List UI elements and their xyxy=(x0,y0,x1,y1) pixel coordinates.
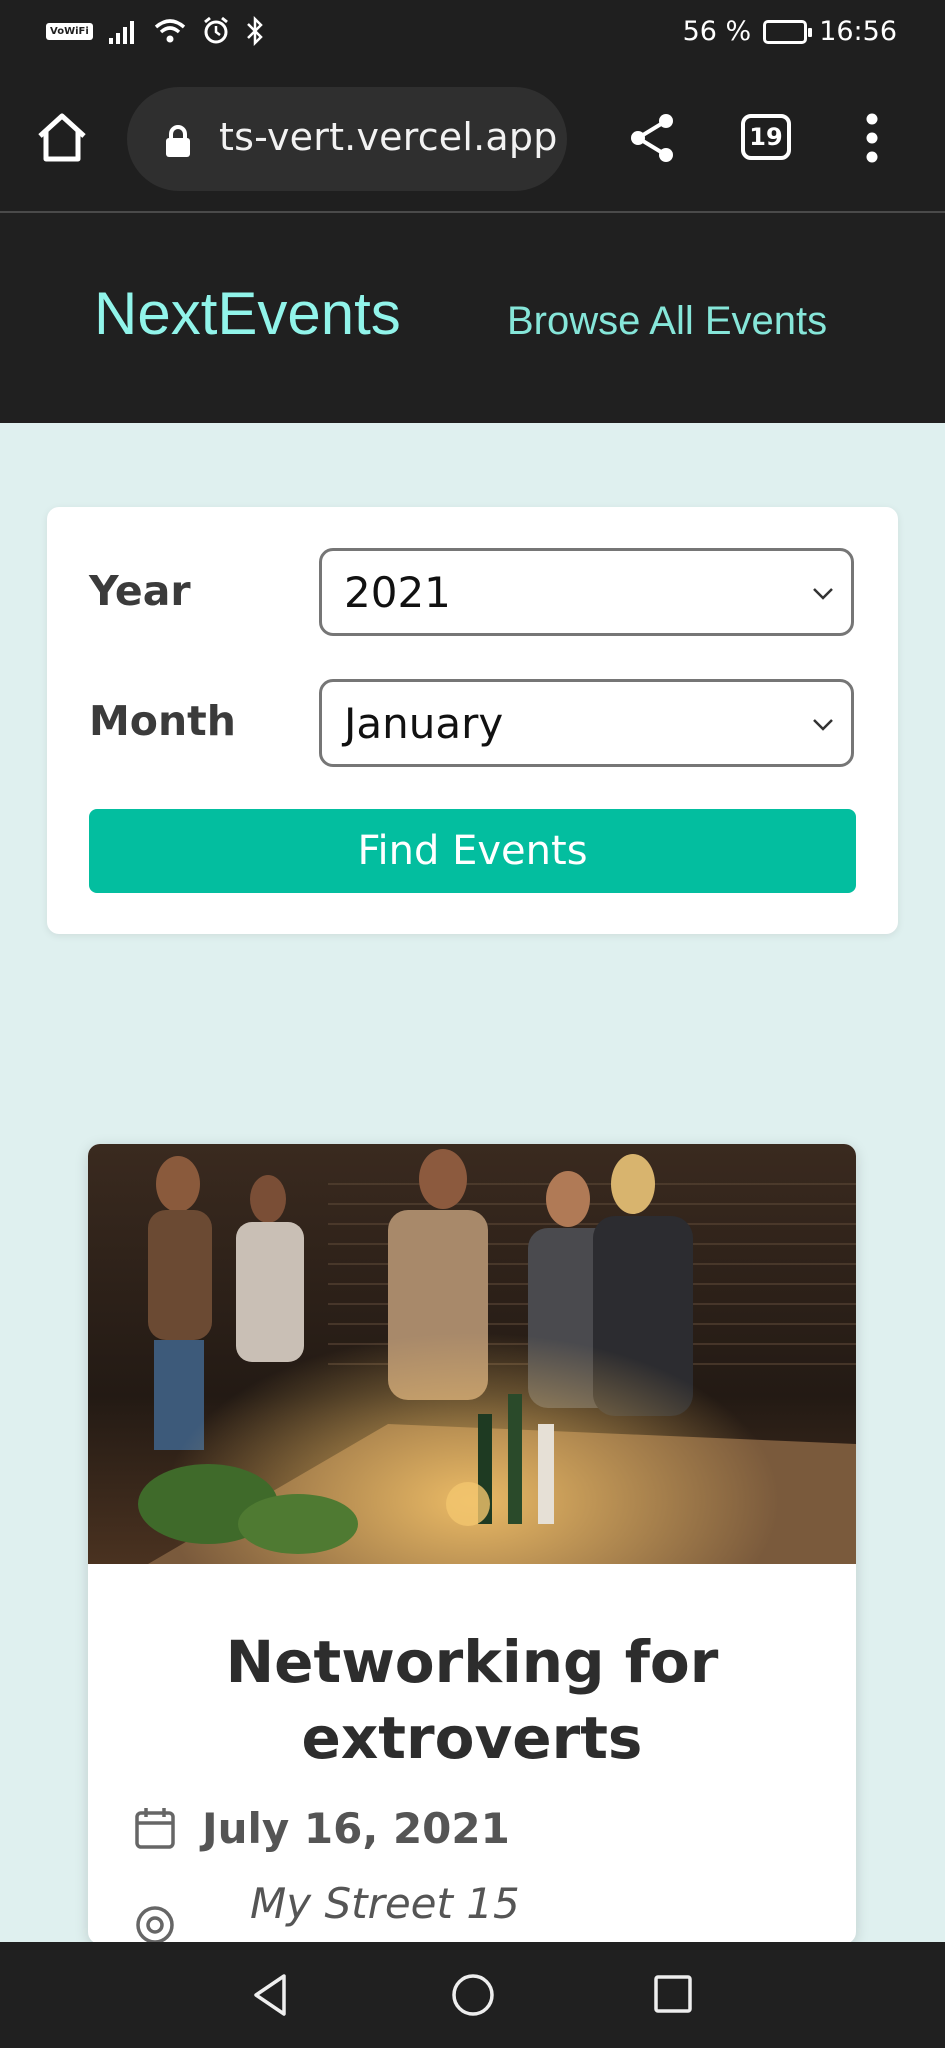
system-nav-bar xyxy=(0,1942,945,2048)
find-events-button[interactable]: Find Events xyxy=(89,809,856,893)
event-photo xyxy=(88,1144,856,1564)
event-title[interactable]: Networking for extroverts xyxy=(88,1624,856,1776)
vowifi-badge: VoWiFi xyxy=(46,22,93,40)
share-icon[interactable] xyxy=(628,111,678,165)
more-menu-icon[interactable] xyxy=(862,112,882,164)
chevron-down-icon xyxy=(813,588,833,600)
status-bar: VoWiFi 56 % 16:56 xyxy=(0,0,945,66)
event-address: My Street 15 xyxy=(250,1879,520,1928)
tab-switcher-button[interactable]: 19 xyxy=(741,114,791,160)
browser-toolbar: ts-vert.vercel.app 19 xyxy=(0,66,945,213)
url-text[interactable]: ts-vert.vercel.app xyxy=(219,115,558,159)
lock-icon xyxy=(166,125,190,157)
address-bar[interactable]: ts-vert.vercel.app xyxy=(127,87,567,191)
recent-apps-icon[interactable] xyxy=(653,1974,693,2014)
chevron-down-icon xyxy=(813,719,833,731)
month-label: Month xyxy=(89,697,236,745)
alarm-icon xyxy=(203,16,228,44)
back-icon[interactable] xyxy=(250,1972,290,2018)
month-select-value: January xyxy=(344,699,504,748)
year-select[interactable]: 2021 xyxy=(319,548,854,636)
home-icon[interactable] xyxy=(34,109,90,165)
calendar-icon xyxy=(135,1808,175,1849)
event-date: July 16, 2021 xyxy=(202,1804,510,1853)
year-select-value: 2021 xyxy=(344,568,451,617)
signal-icon xyxy=(108,21,134,44)
battery-percent: 56 % xyxy=(682,16,752,47)
bluetooth-icon xyxy=(246,16,263,46)
event-card: Networking for extroverts July 16, 2021 … xyxy=(88,1144,856,1944)
status-right: 56 % 16:56 xyxy=(683,16,897,47)
home-circle-icon[interactable] xyxy=(450,1972,496,2018)
month-select[interactable]: January xyxy=(319,679,854,767)
events-search-form: Year 2021 Month January Find Events xyxy=(47,507,898,934)
status-left: VoWiFi xyxy=(46,16,265,46)
battery-icon xyxy=(763,19,813,44)
wifi-icon xyxy=(154,19,185,43)
location-pin-icon xyxy=(136,1906,174,1944)
browse-all-events-link[interactable]: Browse All Events xyxy=(507,299,827,344)
clock: 16:56 xyxy=(819,16,897,47)
site-header: NextEvents Browse All Events xyxy=(0,213,945,423)
year-label: Year xyxy=(89,567,191,615)
site-logo[interactable]: NextEvents xyxy=(94,279,401,348)
